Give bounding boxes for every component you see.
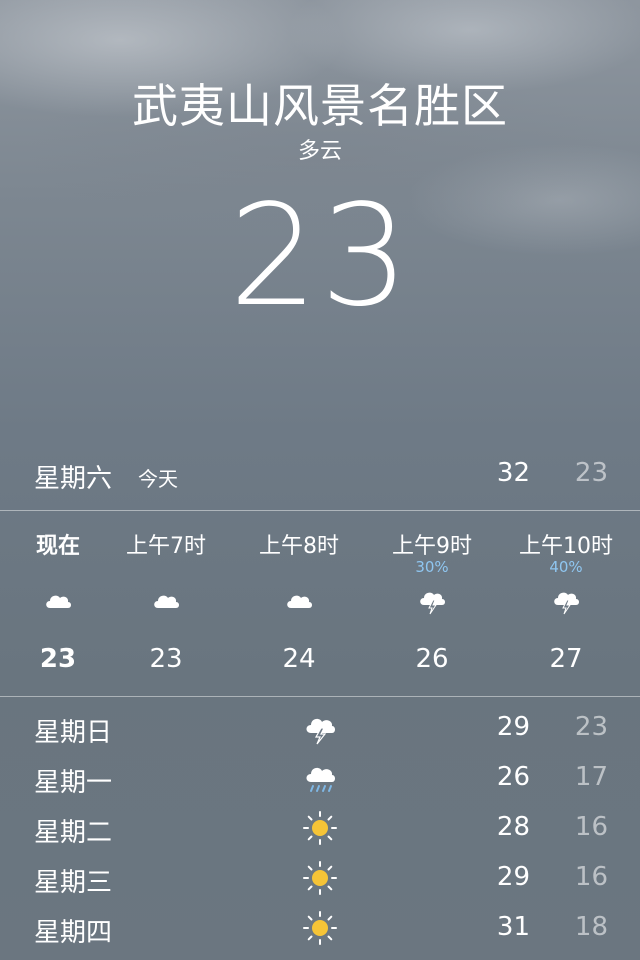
thunderstorm-icon: [550, 584, 582, 616]
hour-time: 上午7时: [126, 534, 206, 559]
daily-row: 星期四 31 18: [0, 904, 640, 954]
sun-icon: [302, 810, 338, 846]
today-low-temp: 23: [574, 458, 608, 488]
daily-row: 星期日 29 23: [0, 704, 640, 754]
hour-temp: 26: [415, 644, 449, 674]
daily-low-temp: 17: [574, 762, 608, 792]
daily-row: 星期二 28 16: [0, 804, 640, 854]
today-high-temp: 32: [496, 458, 530, 488]
hour-temp: 24: [282, 644, 316, 674]
daily-high-temp: 29: [496, 712, 530, 742]
daily-low-temp: 16: [574, 812, 608, 842]
rain-icon: [302, 760, 338, 796]
location-name: 武夷山风景名胜区: [132, 79, 508, 133]
hour-temp: 27: [549, 644, 583, 674]
daily-low-temp: 23: [574, 712, 608, 742]
hour-temp: 23: [149, 644, 183, 674]
thunderstorm-icon: [416, 584, 448, 616]
hourly-item: 上午9时 30% 26: [367, 512, 497, 694]
daily-high-temp: 26: [496, 762, 530, 792]
current-temperature: 23: [228, 175, 412, 338]
daily-high-temp: 29: [496, 862, 530, 892]
daily-low-temp: 16: [574, 862, 608, 892]
today-summary-row: 星期六 今天 32 23: [0, 448, 640, 500]
hour-time: 上午10时: [519, 534, 613, 559]
daily-day-name: 星期三: [34, 868, 113, 898]
daily-row: 星期三 29 16: [0, 854, 640, 904]
today-label: 今天: [138, 467, 178, 491]
daily-day-name: 星期二: [34, 818, 113, 848]
hour-precip-chance: 40%: [549, 558, 583, 576]
sun-icon: [302, 860, 338, 896]
daily-low-temp: 18: [574, 912, 608, 942]
current-condition: 多云: [297, 139, 342, 164]
hourly-forecast-strip[interactable]: 现在 23 上午7时 23 上午8时 24 上午9时 30% 26 上午10时 …: [0, 512, 640, 694]
daily-row: 星期一 26 17: [0, 754, 640, 804]
daily-day-name: 星期日: [34, 718, 113, 748]
hour-time: 上午9时: [392, 534, 472, 559]
hourly-bottom-divider: [0, 696, 640, 697]
daily-high-temp: 28: [496, 812, 530, 842]
hourly-item: 上午10时 40% 27: [501, 512, 631, 694]
daily-day-name: 星期四: [34, 918, 113, 948]
hourly-item: 上午7时 23: [101, 512, 231, 694]
today-day-name: 星期六: [34, 464, 113, 494]
thunderstorm-icon: [302, 710, 338, 746]
daily-high-temp: 31: [496, 912, 530, 942]
sun-icon: [302, 910, 338, 946]
hour-precip-chance: 30%: [415, 558, 449, 576]
daily-day-name: 星期一: [34, 768, 113, 798]
cloud-icon: [283, 584, 315, 616]
hourly-item: 上午8时 24: [234, 512, 364, 694]
cloud-icon: [42, 584, 74, 616]
hour-time: 上午8时: [259, 534, 339, 559]
cloud-icon: [150, 584, 182, 616]
hourly-top-divider: [0, 510, 640, 511]
